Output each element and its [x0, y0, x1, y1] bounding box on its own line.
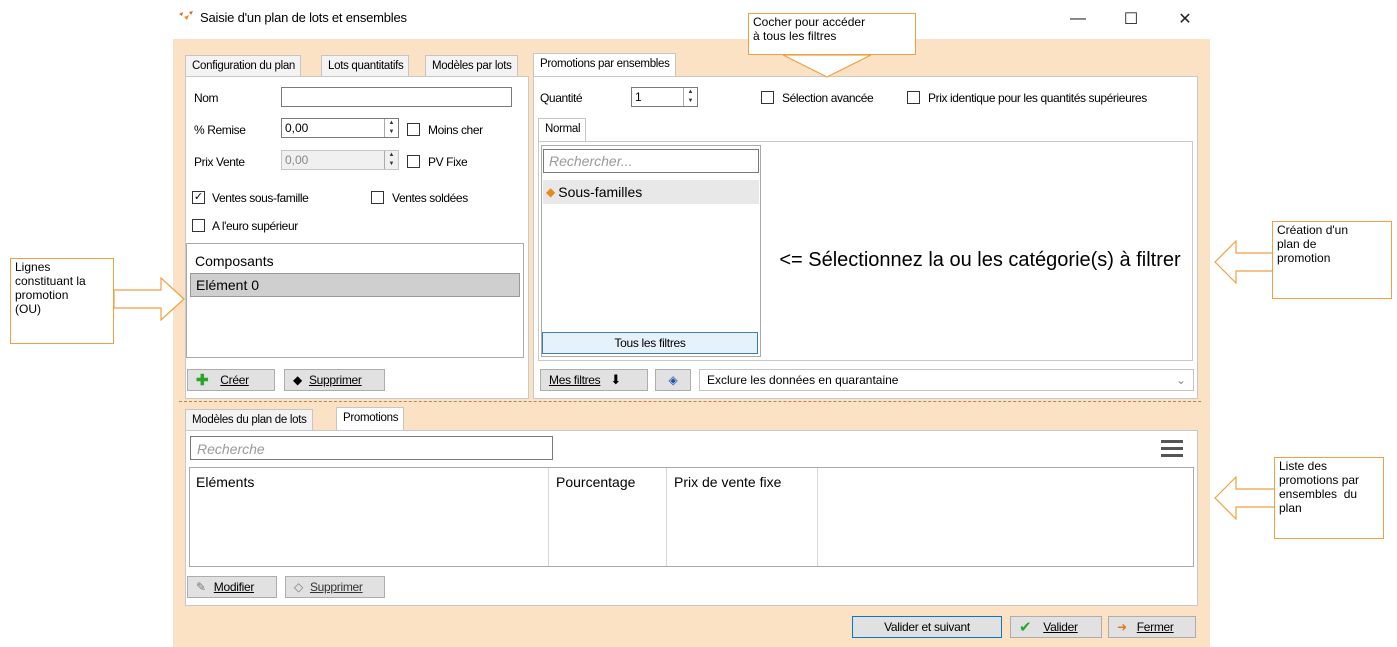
quantite-value: 1 — [635, 90, 642, 104]
ventes-sous-famille-label: Ventes sous-famille — [212, 191, 309, 205]
tab-promotions-par-ensembles[interactable]: Promotions par ensembles — [533, 53, 676, 77]
tous-les-filtres-button[interactable]: Tous les filtres — [542, 332, 758, 354]
remise-label: % Remise — [194, 123, 246, 137]
prix-vente-value: 0,00 — [285, 153, 309, 167]
edit-icon: ✎ — [196, 580, 206, 594]
spin-arrows-icon[interactable]: ▲ ▼ — [384, 119, 398, 137]
pv-fixe-checkbox[interactable] — [407, 155, 420, 168]
supprimer-button[interactable]: ◆ Supprimer — [284, 369, 385, 391]
valider-label: Valider — [1043, 620, 1078, 634]
remise-value: 0,00 — [285, 121, 309, 135]
chevron-down-icon: ⌄ — [1175, 373, 1186, 387]
column-divider — [548, 468, 549, 566]
nom-input[interactable] — [281, 87, 512, 107]
quantite-label: Quantité — [540, 91, 583, 105]
prix-vente-label: Prix Vente — [194, 155, 245, 169]
tab-configuration-du-plan[interactable]: Configuration du plan — [185, 55, 302, 77]
ventes-soldees-label: Ventes soldées — [392, 191, 468, 205]
tab-modeles-du-plan-de-lots[interactable]: Modèles du plan de lots — [185, 409, 313, 431]
download-icon: ⬇ — [610, 372, 621, 387]
moins-cher-label: Moins cher — [428, 123, 483, 137]
selection-avancee-checkbox[interactable] — [761, 91, 774, 104]
column-divider — [666, 468, 667, 566]
composants-list[interactable]: Composants Elément 0 — [186, 243, 524, 358]
remise-stepper[interactable]: 0,00 ▲ ▼ — [281, 118, 399, 138]
fermer-label: Fermer — [1136, 620, 1174, 634]
down-arrow-icon — [782, 54, 872, 79]
exit-icon: ➜ — [1117, 620, 1127, 634]
promotions-search-input[interactable]: Recherche — [190, 436, 553, 460]
modifier-label: Modifier — [213, 580, 255, 594]
composants-header: Composants — [195, 253, 274, 269]
selection-avancee-label: Sélection avancée — [782, 91, 874, 105]
tree-item-label: Sous-familles — [558, 184, 643, 200]
tab-lots-quantitatifs[interactable]: Lots quantitatifs — [321, 55, 410, 77]
left-arrow-icon — [1214, 239, 1274, 285]
annotation-lignes: Lignes constituant la promotion (OU) — [10, 258, 114, 344]
quantite-stepper[interactable]: 1 ▲ ▼ — [631, 87, 698, 107]
list-item[interactable]: Elément 0 — [190, 273, 520, 297]
fermer-button[interactable]: ➜ Fermer — [1108, 616, 1196, 638]
category-tree[interactable] — [541, 145, 761, 357]
minimize-button[interactable]: — — [1055, 4, 1101, 34]
column-divider — [817, 468, 818, 566]
annotation-filtres: Cocher pour accéder à tous les filtres — [748, 13, 916, 55]
eraser-icon: ◇ — [294, 580, 303, 594]
modifier-button[interactable]: ✎ Modifier — [187, 576, 277, 598]
exclure-quarantaine-select[interactable]: Exclure les données en quarantaine ⌄ — [699, 369, 1194, 391]
filter-icon: ◈ — [668, 373, 678, 387]
right-arrow-icon — [113, 276, 185, 322]
spin-arrows-icon: ▲ ▼ — [384, 151, 398, 169]
eraser-icon: ◆ — [293, 373, 302, 387]
app-logo-icon — [178, 11, 194, 25]
ventes-soldees-checkbox[interactable] — [371, 191, 384, 204]
menu-icon[interactable] — [1161, 440, 1183, 457]
nom-label: Nom — [194, 91, 219, 105]
tab-normal[interactable]: Normal — [538, 118, 587, 142]
filter-settings-button[interactable]: ◈ — [655, 369, 691, 391]
tab-promotions[interactable]: Promotions — [336, 407, 405, 431]
checkmark-icon: ✔ — [1019, 619, 1032, 636]
categories-icon: ◆ — [546, 185, 556, 199]
close-button[interactable]: ✕ — [1162, 4, 1208, 34]
pv-fixe-label: PV Fixe — [428, 155, 468, 169]
tree-item-sous-familles[interactable]: ◆ Sous-familles — [543, 180, 759, 204]
plus-icon: ✚ — [196, 372, 209, 389]
prix-identique-label: Prix identique pour les quantités supéri… — [928, 91, 1147, 105]
spin-arrows-icon[interactable]: ▲ ▼ — [683, 88, 697, 106]
column-header-elements[interactable]: Eléments — [196, 474, 254, 490]
creer-label: Créer — [220, 373, 249, 387]
creer-button[interactable]: ✚ Créer — [187, 369, 275, 391]
annotation-liste: Liste des promotions par ensembles du pl… — [1274, 457, 1384, 539]
column-header-pourcentage[interactable]: Pourcentage — [556, 474, 635, 490]
euro-superieur-checkbox[interactable] — [192, 219, 205, 232]
supprimer-promotion-label: Supprimer — [309, 580, 363, 594]
category-search-input[interactable]: Rechercher... — [543, 149, 759, 173]
moins-cher-checkbox[interactable] — [407, 123, 420, 136]
ventes-sous-famille-checkbox[interactable]: ✓ — [192, 191, 205, 204]
valider-et-suivant-button[interactable]: Valider et suivant — [852, 616, 1002, 638]
mes-filtres-button[interactable]: Mes filtres ⬇ — [540, 369, 648, 391]
exclure-value: Exclure les données en quarantaine — [707, 373, 899, 387]
maximize-button[interactable]: ☐ — [1108, 4, 1154, 34]
supprimer-promotion-button[interactable]: ◇ Supprimer — [285, 576, 385, 598]
window-title: Saisie d'un plan de lots et ensembles — [200, 10, 407, 25]
euro-superieur-label: A l'euro supérieur — [212, 219, 298, 233]
prix-identique-checkbox[interactable] — [907, 91, 920, 104]
column-header-prix-vente-fixe[interactable]: Prix de vente fixe — [674, 474, 781, 490]
annotation-creation: Création d'un plan de promotion — [1272, 221, 1392, 299]
mes-filtres-label: Mes filtres — [549, 373, 601, 387]
left-arrow-icon — [1214, 475, 1276, 521]
prix-vente-stepper: 0,00 ▲ ▼ — [281, 150, 399, 170]
filter-instruction-message: <= Sélectionnez la ou les catégorie(s) à… — [779, 249, 1181, 271]
valider-button[interactable]: ✔ Valider — [1010, 616, 1102, 638]
supprimer-label: Supprimer — [308, 373, 362, 387]
tab-modeles-par-lots[interactable]: Modèles par lots — [425, 55, 518, 77]
splitter[interactable] — [179, 401, 1201, 402]
